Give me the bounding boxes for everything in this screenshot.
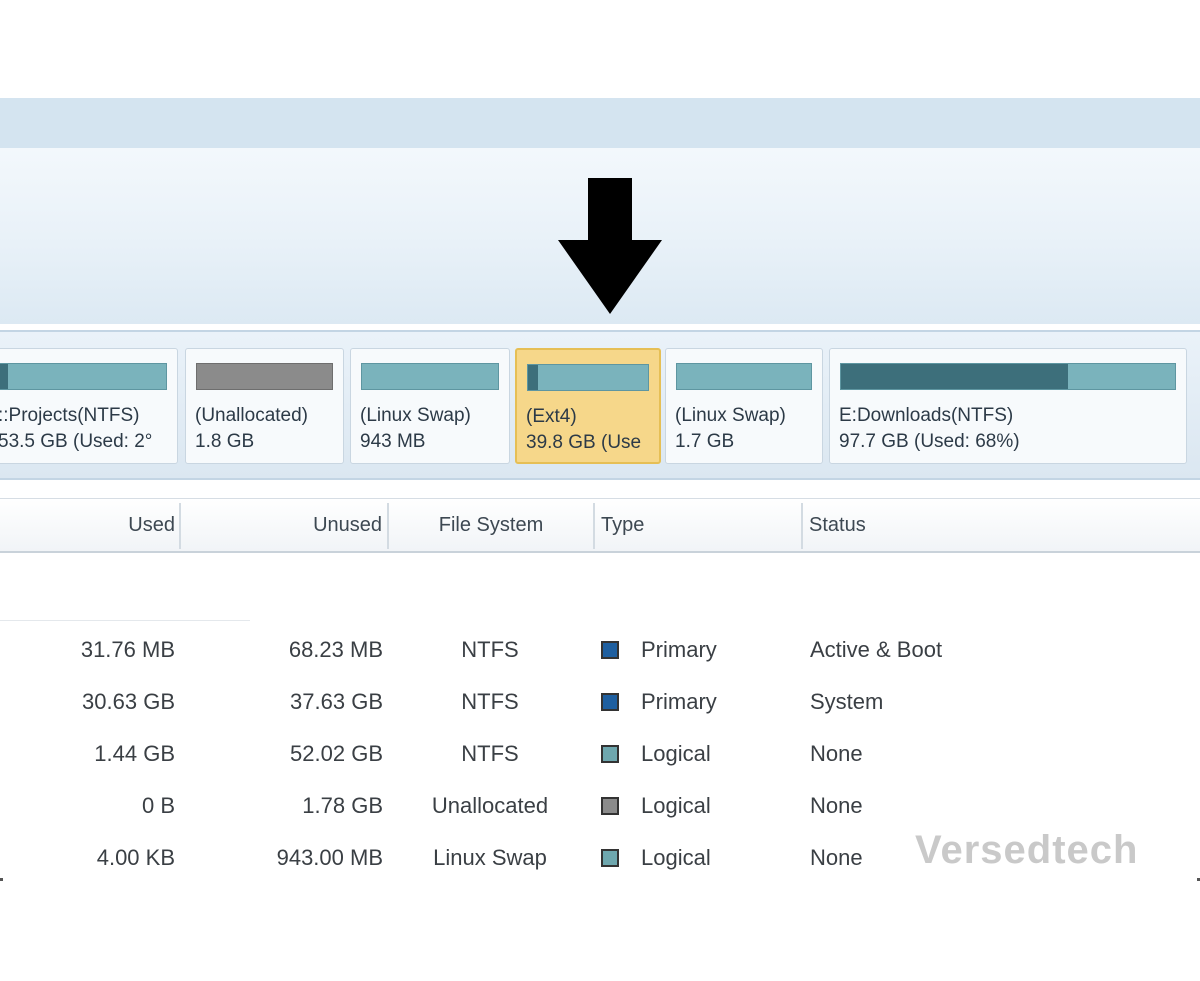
table-row[interactable]: 30.63 GB 37.63 GB NTFS Primary System xyxy=(0,677,1200,727)
column-divider[interactable] xyxy=(593,503,595,549)
partition-usage-bar xyxy=(676,363,812,390)
partition-size: 53.5 GB (Used: 2° xyxy=(0,431,153,452)
partition-label: (Ext4) xyxy=(526,406,577,427)
partition-label: (Linux Swap) xyxy=(360,405,471,426)
cell-unused: 37.63 GB xyxy=(290,689,383,714)
partition-size: 1.8 GB xyxy=(195,431,255,452)
partition-size: 1.7 GB xyxy=(675,431,735,452)
column-header-file-system[interactable]: File System xyxy=(392,499,590,551)
cell-status: Active & Boot xyxy=(810,637,943,662)
cell-file-system: NTFS xyxy=(461,741,519,766)
partition-unallocated[interactable]: (Unallocated) 1.8 GB xyxy=(185,348,344,464)
partition-used-fill xyxy=(528,365,538,390)
partition-label: (Linux Swap) xyxy=(675,405,786,426)
cell-type: Primary xyxy=(641,637,717,662)
partition-usage-bar xyxy=(196,363,333,390)
partition-projects[interactable]: ::Projects(NTFS) 53.5 GB (Used: 2° xyxy=(0,348,178,464)
partition-downloads[interactable]: E:Downloads(NTFS) 97.7 GB (Used: 68%) xyxy=(829,348,1187,464)
cell-file-system: NTFS xyxy=(461,637,519,662)
cell-type: Logical xyxy=(641,741,711,766)
partition-type-icon xyxy=(601,641,619,659)
partition-type-icon xyxy=(601,797,619,815)
down-arrow-icon xyxy=(558,178,662,314)
column-header-used[interactable]: Used xyxy=(0,499,175,551)
table-header: Used Unused File System Type Status xyxy=(0,498,1200,553)
scroll-edge-marker xyxy=(0,878,3,881)
cell-file-system: NTFS xyxy=(461,689,519,714)
cell-status: None xyxy=(810,845,863,870)
cell-status: None xyxy=(810,741,863,766)
partition-type-icon xyxy=(601,849,619,867)
partition-size: 943 MB xyxy=(360,431,426,452)
partition-label: (Unallocated) xyxy=(195,405,308,426)
cell-unused: 1.78 GB xyxy=(302,793,383,818)
column-header-status[interactable]: Status xyxy=(809,499,866,551)
cell-type: Logical xyxy=(641,793,711,818)
cell-status: None xyxy=(810,793,863,818)
partition-used-fill xyxy=(0,364,9,389)
partition-type-icon xyxy=(601,693,619,711)
cell-unused: 943.00 MB xyxy=(276,845,383,870)
partition-used-fill xyxy=(841,364,1069,389)
partition-label: ::Projects(NTFS) xyxy=(0,405,140,426)
partition-usage-bar xyxy=(840,363,1176,390)
toolbar-strip xyxy=(0,98,1200,148)
disk-map: ::Projects(NTFS) 53.5 GB (Used: 2° (Unal… xyxy=(0,330,1200,480)
cell-unused: 68.23 MB xyxy=(288,637,383,662)
cell-file-system: Linux Swap xyxy=(433,845,547,870)
cell-unused: 52.02 GB xyxy=(290,741,383,766)
column-divider[interactable] xyxy=(801,503,803,549)
column-divider[interactable] xyxy=(387,503,389,549)
cell-type: Logical xyxy=(641,845,711,870)
cell-file-system: Unallocated xyxy=(431,793,549,818)
partition-usage-bar xyxy=(527,364,649,391)
cell-type: Primary xyxy=(641,689,717,714)
column-header-type[interactable]: Type xyxy=(601,499,644,551)
cell-status: System xyxy=(810,689,884,714)
watermark: Versedtech xyxy=(915,828,1139,872)
partition-linux-swap-2[interactable]: (Linux Swap) 1.7 GB xyxy=(665,348,823,464)
partition-usage-bar xyxy=(361,363,499,390)
partition-size: 39.8 GB (Use xyxy=(526,432,642,453)
partition-usage-bar xyxy=(0,363,167,390)
partition-size: 97.7 GB (Used: 68%) xyxy=(839,431,1020,452)
column-divider[interactable] xyxy=(179,503,181,549)
table-row[interactable]: 1.44 GB 52.02 GB NTFS Logical None xyxy=(0,729,1200,779)
table-row[interactable]: 0 B 1.78 GB Unallocated Logical None xyxy=(0,781,1200,831)
partition-label: E:Downloads(NTFS) xyxy=(839,405,1014,426)
partition-linux-swap-1[interactable]: (Linux Swap) 943 MB xyxy=(350,348,510,464)
group-divider xyxy=(0,620,250,621)
table-row[interactable]: 31.76 MB 68.23 MB NTFS Primary Active & … xyxy=(0,625,1200,675)
partition-type-icon xyxy=(601,745,619,763)
partition-ext4[interactable]: (Ext4) 39.8 GB (Use xyxy=(515,348,661,464)
column-header-unused[interactable]: Unused xyxy=(185,499,382,551)
